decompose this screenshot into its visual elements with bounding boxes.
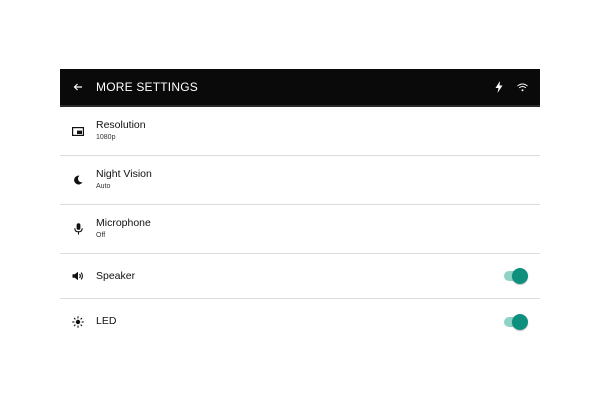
back-button[interactable] xyxy=(60,69,96,105)
setting-value: 1080p xyxy=(96,134,116,141)
microphone-icon xyxy=(60,223,96,235)
setting-row-resolution[interactable]: Resolution 1080p xyxy=(60,107,540,156)
toggle-knob xyxy=(512,268,528,284)
setting-row-night-vision[interactable]: Night Vision Auto xyxy=(60,156,540,205)
page-title: MORE SETTINGS xyxy=(96,80,198,94)
top-app-bar: MORE SETTINGS xyxy=(60,69,540,107)
setting-row-speaker[interactable]: Speaker xyxy=(60,254,540,299)
toggle-knob xyxy=(512,313,528,330)
led-toggle[interactable] xyxy=(504,313,528,330)
setting-label: Night Vision xyxy=(96,168,152,180)
setting-label: LED xyxy=(96,315,117,327)
wifi-icon xyxy=(517,83,528,92)
flash-icon[interactable] xyxy=(495,81,503,93)
resolution-icon xyxy=(60,126,96,136)
led-icon xyxy=(60,315,96,328)
moon-icon xyxy=(60,175,96,185)
setting-value: Auto xyxy=(96,183,111,190)
setting-label: Microphone xyxy=(96,217,151,229)
arrow-back-icon xyxy=(73,80,83,95)
setting-row-microphone[interactable]: Microphone Off xyxy=(60,205,540,254)
setting-label: Speaker xyxy=(96,269,136,282)
speaker-toggle[interactable] xyxy=(504,268,528,284)
speaker-icon xyxy=(60,271,96,281)
settings-panel: MORE SETTINGS Resolution 1080p Night Vis… xyxy=(60,69,540,344)
setting-value: Off xyxy=(96,232,106,239)
setting-row-led[interactable]: LED xyxy=(60,299,540,344)
status-icons xyxy=(495,81,528,93)
setting-label: Resolution xyxy=(96,119,146,131)
